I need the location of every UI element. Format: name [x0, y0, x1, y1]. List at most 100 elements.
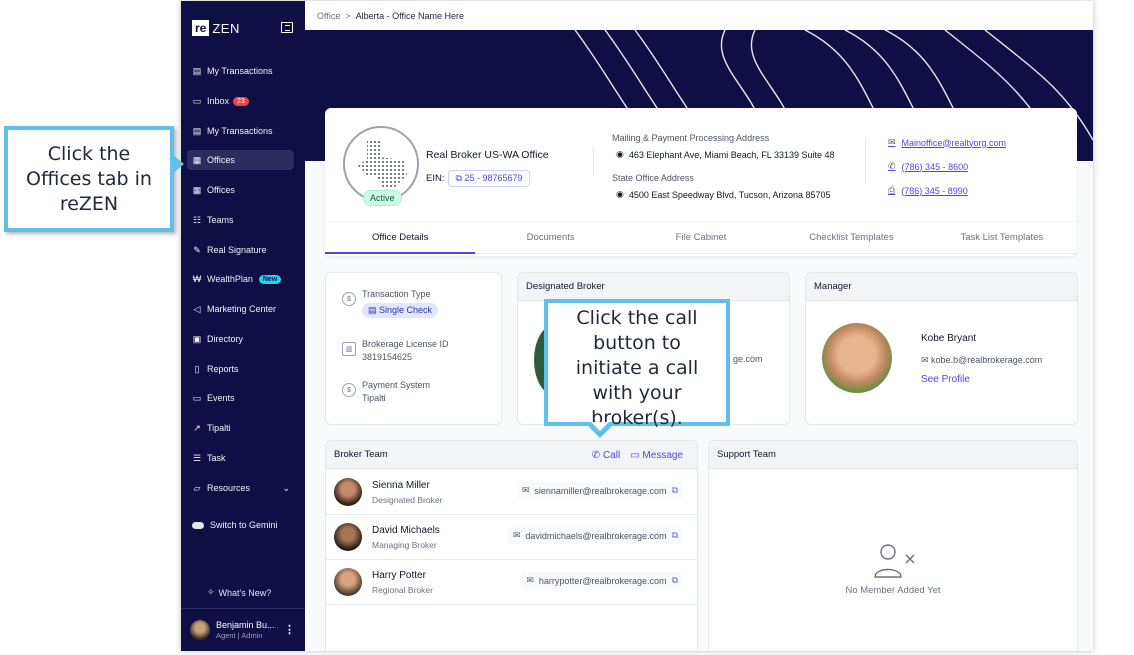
office-fax: (786) 345 - 8990	[901, 185, 968, 196]
divider	[593, 148, 594, 176]
folder-icon: ▱	[193, 482, 201, 493]
signature-icon: ✎	[193, 244, 201, 255]
switch-to-gemini-toggle[interactable]: Switch to Gemini	[187, 515, 294, 535]
no-user-icon	[874, 544, 915, 578]
task-list-icon: ☰	[192, 452, 202, 463]
building-icon: ▦	[192, 154, 202, 165]
sidebar-item-marketing-center[interactable]: ◁ Marketing Center	[187, 299, 294, 319]
copy-icon[interactable]: ⧉	[672, 485, 678, 496]
sidebar-item-task[interactable]: ☰ Task	[187, 448, 294, 468]
inbox-count-badge: 23	[233, 96, 249, 106]
support-team-title: Support Team	[709, 441, 1077, 469]
breadcrumb-current: Alberta - Office Name Here	[355, 10, 464, 21]
member-name: David Michaels	[372, 524, 440, 536]
manager-panel: Manager Kobe Bryant ✉ kobe.b@realbrokera…	[805, 272, 1078, 425]
status-badge: Active	[363, 190, 402, 206]
sidebar-item-teams[interactable]: ☷ Teams	[187, 210, 294, 230]
more-vertical-icon[interactable]: ⋮	[284, 623, 295, 636]
mail-icon: ✉	[512, 530, 521, 540]
clipboard-icon: ▤	[192, 65, 202, 76]
member-email[interactable]: ✉ davidmichaels@realbrokerage.com ⧉	[507, 527, 683, 544]
sidebar-item-resources[interactable]: ▱ Resources ⌄	[187, 478, 294, 498]
sidebar-item-inbox[interactable]: ▭ Inbox 23	[187, 91, 294, 111]
sidebar-item-directory[interactable]: ▣ Directory	[187, 329, 294, 349]
sidebar-item-wealthplan[interactable]: ₩ WealthPlan New	[187, 269, 294, 289]
office-tabs: Office Details Documents File Cabinet Ch…	[325, 221, 1078, 254]
sidebar-item-label: Inbox	[207, 96, 230, 106]
office-fax-link[interactable]: ⎙ (786) 345 - 8990	[888, 185, 968, 196]
member-email[interactable]: ✉ siennamiller@realbrokerage.com ⧉	[516, 482, 683, 499]
whats-new-link[interactable]: ✧ What's New?	[207, 587, 271, 598]
tab-office-details[interactable]: Office Details	[325, 222, 476, 254]
megaphone-icon: ◁	[193, 303, 201, 314]
tab-task-list-templates[interactable]: Task List Templates	[926, 222, 1078, 254]
toggle-icon	[192, 521, 204, 529]
user-profile[interactable]: Benjamin Bu... Agent | Admin ⋮	[181, 608, 305, 651]
member-email-value: harrypotter@realbrokerage.com	[538, 575, 667, 586]
chevron-down-icon: ⌄	[282, 482, 290, 493]
office-name: Real Broker US-WA Office	[426, 149, 549, 161]
tab-file-cabinet[interactable]: File Cabinet	[625, 222, 777, 254]
transaction-type-value: Single Check	[379, 305, 433, 315]
user-name: Benjamin Bu...	[216, 620, 275, 630]
transaction-type-row: $ Transaction Type ▤ Single Check	[342, 289, 439, 318]
mailing-address-value: 463 Elephant Ave, Miami Beach, FL 33139 …	[628, 149, 835, 160]
calendar-icon: ▭	[192, 392, 202, 403]
payment-label: Payment System	[362, 380, 431, 390]
office-phone-link[interactable]: ✆ (786) 345 - 8600	[888, 161, 968, 172]
office-email-link[interactable]: ✉ Mainoffice@realtyorg.com	[888, 137, 1006, 148]
license-value: 3819154625	[362, 352, 413, 362]
sidebar-item-label: Reports	[207, 364, 239, 374]
tab-checklist-templates[interactable]: Checklist Templates	[776, 222, 927, 254]
member-name: Sienna Miller	[372, 479, 430, 491]
callout-text: Click the call button to initiate a call…	[575, 307, 699, 429]
member-email[interactable]: ✉ harrypotter@realbrokerage.com ⧉	[521, 572, 683, 589]
payment-value: Tipalti	[362, 393, 386, 403]
ein-copy-pill[interactable]: ⧉ 25 - 98765679	[448, 170, 530, 187]
sidebar-item-offices-2[interactable]: ▦ Offices	[187, 180, 294, 200]
breadcrumb-root[interactable]: Office	[317, 11, 340, 21]
sidebar-item-real-signature[interactable]: ✎ Real Signature	[187, 240, 294, 260]
rezen-logo[interactable]: re ZEN	[192, 20, 240, 36]
copy-icon[interactable]: ⧉	[672, 530, 678, 541]
sidebar-item-label: My Transactions	[207, 126, 273, 136]
callout-text: Click the Offices tab in reZEN	[26, 142, 152, 215]
sidebar-item-my-transactions[interactable]: ▤ My Transactions	[187, 61, 294, 81]
message-label: Message	[642, 449, 683, 461]
report-icon: ▯	[194, 363, 200, 374]
sidebar: re ZEN ▤ My Transactions ▭ Inbox 23 ▤ My…	[181, 1, 305, 651]
sidebar-item-label: WealthPlan	[207, 274, 253, 284]
ein-row: EIN: ⧉ 25 - 98765679	[426, 170, 530, 187]
avatar	[334, 478, 362, 506]
callout-arrow	[172, 154, 184, 174]
sidebar-item-offices[interactable]: ▦ Offices	[187, 150, 294, 170]
sidebar-item-tipalti[interactable]: ↗ Tipalti	[187, 418, 294, 438]
phone-icon: ✆	[888, 161, 896, 171]
sidebar-item-label: My Transactions	[207, 66, 273, 76]
sidebar-item-events[interactable]: ▭ Events	[187, 388, 294, 408]
message-button[interactable]: ▭ Message	[630, 450, 683, 461]
state-address-value: 4500 East Speedway Blvd, Tucson, Arizona…	[628, 189, 831, 200]
avatar	[822, 323, 892, 393]
see-profile-link[interactable]: See Profile	[921, 374, 970, 385]
sidebar-item-label: Task	[207, 453, 226, 463]
inbox-icon: ▭	[192, 95, 202, 106]
license-row: ▥ Brokerage License ID 3819154625	[342, 339, 449, 362]
avatar	[190, 620, 210, 640]
ein-label: EIN:	[426, 173, 445, 184]
sidebar-item-label: Directory	[207, 334, 244, 344]
copy-icon[interactable]: ⧉	[672, 575, 678, 586]
sidebar-item-reports[interactable]: ▯ Reports	[187, 359, 294, 379]
sidebar-item-my-transactions-2[interactable]: ▤ My Transactions	[187, 121, 294, 141]
call-button[interactable]: ✆ Call	[592, 450, 620, 461]
collapse-sidebar-icon[interactable]	[281, 22, 293, 33]
dollar-icon: $	[342, 292, 356, 306]
manager-email: ✉ kobe.b@realbrokerage.com	[921, 355, 1043, 365]
sidebar-item-label: Events	[207, 393, 235, 403]
users-icon: ☷	[192, 214, 202, 225]
tab-documents[interactable]: Documents	[475, 222, 626, 254]
sidebar-item-label: Offices	[207, 155, 235, 165]
transaction-type-label: Transaction Type	[362, 289, 431, 299]
member-email-value: davidmichaels@realbrokerage.com	[525, 530, 667, 541]
broker-team-actions: ✆ Call ▭ Message	[592, 441, 683, 469]
